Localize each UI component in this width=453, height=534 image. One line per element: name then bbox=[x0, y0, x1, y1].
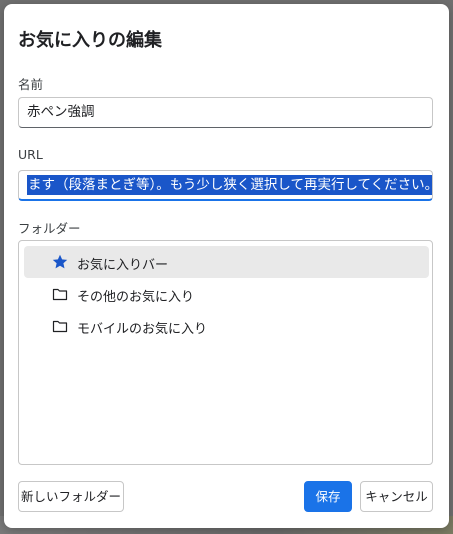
url-input-selected-text: ます（段落まとぎ等）。もう少し狭く選択して再実行してください。")}})(); bbox=[27, 175, 432, 195]
name-input[interactable]: 赤ペン強調 bbox=[18, 97, 433, 128]
cancel-button[interactable]: キャンセル bbox=[360, 481, 433, 512]
folder-item-other-favorites[interactable]: その他のお気に入り bbox=[24, 278, 429, 310]
save-button[interactable]: 保存 bbox=[304, 481, 352, 512]
star-icon bbox=[52, 254, 68, 269]
name-input-value: 赤ペン強調 bbox=[27, 104, 95, 120]
folder-tree[interactable]: お気に入りバー その他のお気に入り モバイルのお気に入り bbox=[18, 240, 433, 465]
folder-icon bbox=[52, 288, 68, 301]
url-label: URL bbox=[18, 147, 43, 162]
folder-item-label: お気に入りバー bbox=[77, 258, 169, 273]
folder-item-favorites-bar[interactable]: お気に入りバー bbox=[24, 246, 429, 278]
folder-icon bbox=[52, 320, 68, 333]
folder-item-mobile-favorites[interactable]: モバイルのお気に入り bbox=[24, 310, 429, 342]
name-label: 名前 bbox=[18, 77, 44, 92]
edit-favorite-dialog: お気に入りの編集 名前 赤ペン強調 URL ます（段落まとぎ等）。もう少し狭く選… bbox=[4, 4, 449, 528]
folder-item-label: モバイルのお気に入り bbox=[77, 322, 208, 337]
new-folder-button[interactable]: 新しいフォルダー bbox=[18, 481, 124, 512]
dialog-title: お気に入りの編集 bbox=[18, 30, 162, 51]
url-input[interactable]: ます（段落まとぎ等）。もう少し狭く選択して再実行してください。")}})(); bbox=[18, 170, 433, 201]
folder-item-label: その他のお気に入り bbox=[77, 290, 195, 305]
folder-label: フォルダー bbox=[18, 221, 81, 236]
